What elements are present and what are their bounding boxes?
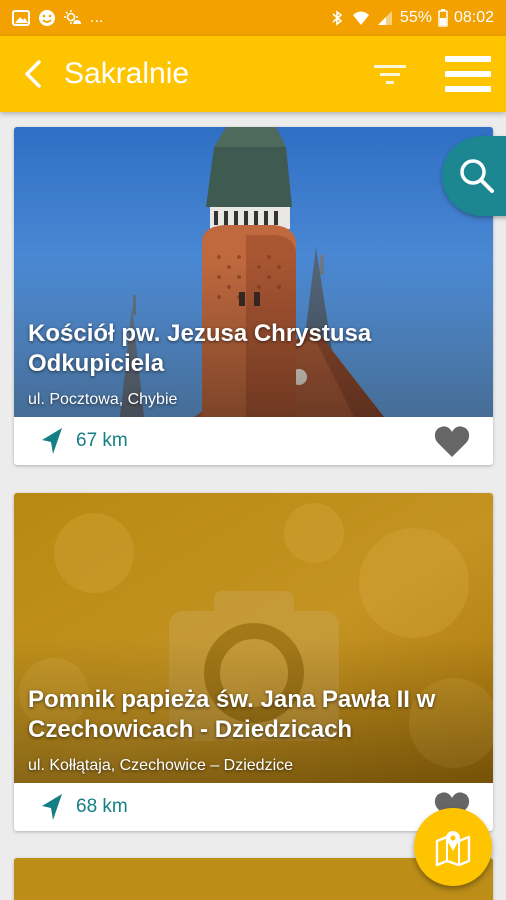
navigation-arrow-icon <box>42 428 62 454</box>
distance-value: 67 km <box>76 430 128 451</box>
card-photo[interactable]: Kościół pw. Jezusa Chrystusa Odkupiciela… <box>14 127 493 417</box>
battery-percent: 55% <box>399 9 432 26</box>
wifi-icon <box>352 11 369 25</box>
menu-button[interactable] <box>440 50 496 98</box>
emoji-notification-icon <box>39 10 55 26</box>
app-bar: Sakralnie <box>0 36 506 112</box>
card-photo-placeholder[interactable]: Pomnik papieża św. Jana Pawła II w Czech… <box>14 493 493 783</box>
status-system: 55% 08:02 <box>328 9 494 27</box>
navigation-arrow-icon <box>42 794 62 820</box>
card-address: ul. Kołłątaja, Czechowice – Dziedzice <box>28 757 294 774</box>
search-icon <box>460 159 494 193</box>
place-card[interactable]: Kościół pw. Jezusa Chrystusa Odkupiciela… <box>14 127 493 465</box>
bluetooth-icon <box>332 10 343 26</box>
distance-value: 68 km <box>76 796 128 817</box>
hamburger-menu-icon <box>445 56 491 92</box>
card-caption: Kościół pw. Jezusa Chrystusa Odkupiciela… <box>28 319 479 409</box>
back-button[interactable] <box>0 36 64 112</box>
map-pin-icon <box>435 831 471 867</box>
page-title: Sakralnie <box>64 57 190 90</box>
filter-icon <box>374 65 406 84</box>
distance-info: 67 km <box>40 427 128 455</box>
card-title: Kościół pw. Jezusa Chrystusa Odkupiciela <box>28 320 372 377</box>
status-notifications: ... <box>12 9 103 27</box>
battery-icon <box>438 9 448 27</box>
map-view-button[interactable] <box>414 808 492 886</box>
status-bar: ... 55% 08:02 <box>0 0 506 36</box>
card-title: Pomnik papieża św. Jana Pawła II w Czech… <box>28 686 436 743</box>
distance-info: 68 km <box>40 793 128 821</box>
filter-button[interactable] <box>368 56 412 92</box>
card-caption: Pomnik papieża św. Jana Pawła II w Czech… <box>28 685 479 775</box>
card-address: ul. Pocztowa, Chybie <box>28 391 178 408</box>
status-more-dots: ... <box>90 9 104 26</box>
arrow-back-icon <box>25 60 41 88</box>
image-notification-icon <box>12 10 30 26</box>
card-footer: 67 km <box>14 417 493 465</box>
heart-icon[interactable] <box>433 423 471 459</box>
place-card[interactable]: Pomnik papieża św. Jana Pawła II w Czech… <box>14 493 493 831</box>
weather-notification-icon <box>64 10 81 24</box>
signal-icon <box>377 11 392 25</box>
clock: 08:02 <box>453 9 494 26</box>
